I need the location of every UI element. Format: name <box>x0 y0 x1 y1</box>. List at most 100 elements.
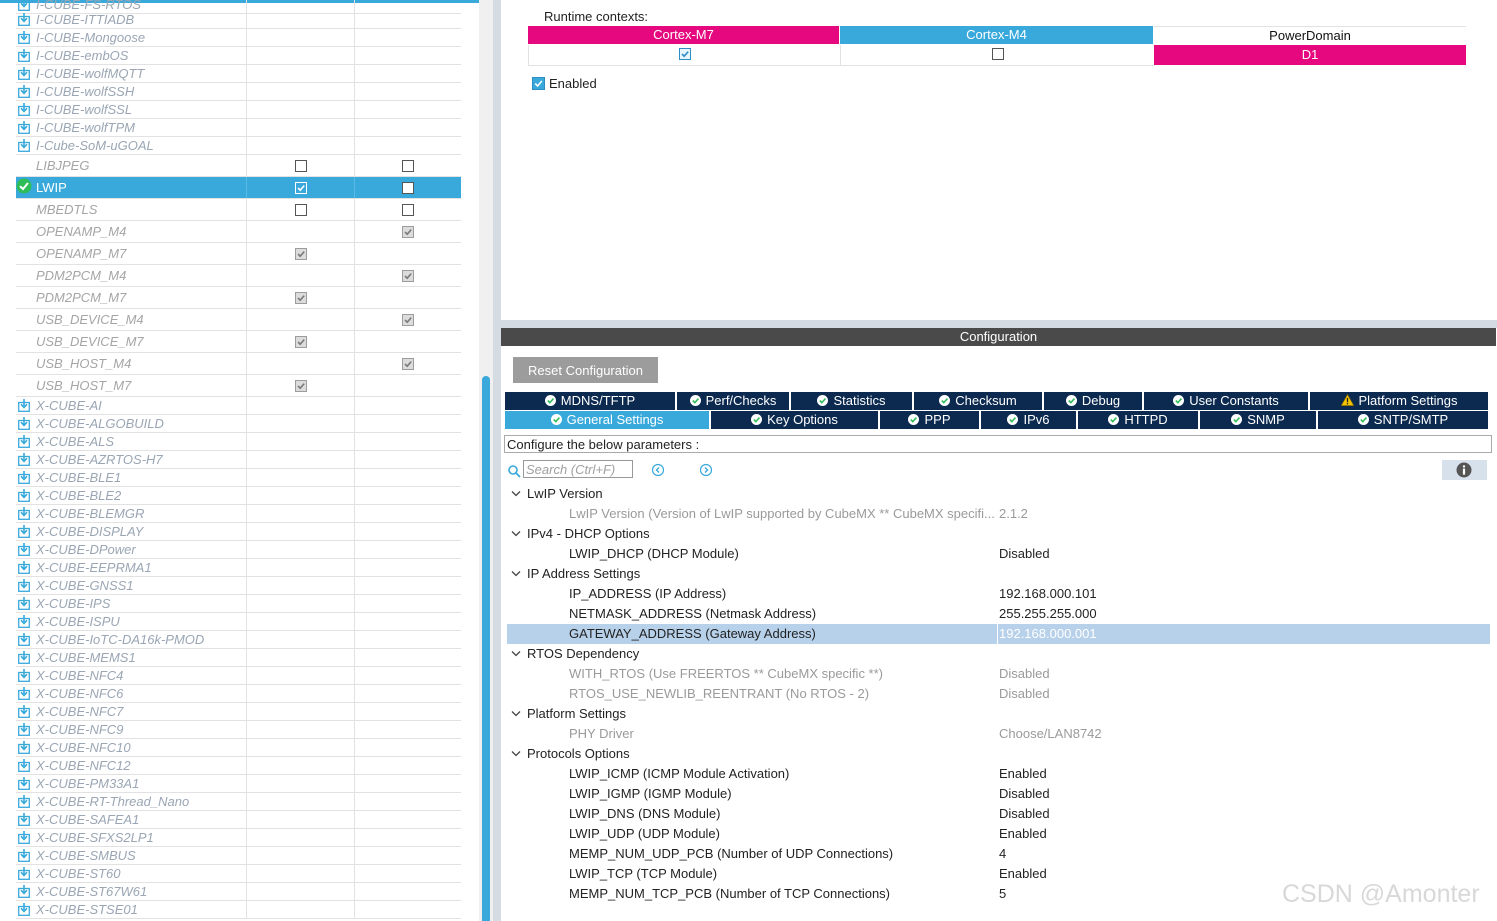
pack-row[interactable]: I-Cube-SoM-uGOAL <box>16 137 461 155</box>
middleware-row[interactable]: USB_HOST_M4 <box>16 353 461 375</box>
middleware-row[interactable]: PDM2PCM_M4 <box>16 265 461 287</box>
cortex-m4-checkbox[interactable] <box>402 269 414 282</box>
chevron-down-icon[interactable] <box>511 750 521 758</box>
middleware-row[interactable]: OPENAMP_M7 <box>16 243 461 265</box>
pack-row[interactable]: X-CUBE-DPower <box>16 541 461 559</box>
pack-row[interactable]: X-CUBE-NFC12 <box>16 757 461 775</box>
pack-row[interactable]: X-CUBE-ST60 <box>16 865 461 883</box>
middleware-row[interactable]: PDM2PCM_M7 <box>16 287 461 309</box>
tab-mdns-tftp[interactable]: MDNS/TFTP <box>505 392 677 410</box>
parameter-row[interactable]: LWIP_DNS (DNS Module) Disabled <box>507 804 1488 824</box>
parameter-group[interactable]: Protocols Options <box>507 744 1488 764</box>
tab-general-settings[interactable]: General Settings <box>505 411 711 429</box>
cortex-m7-checkbox[interactable] <box>294 379 307 392</box>
tab-checksum[interactable]: Checksum <box>914 392 1044 410</box>
pack-row[interactable]: I-CUBE-embOS <box>16 47 461 65</box>
pack-row[interactable]: I-CUBE-wolfSSH <box>16 83 461 101</box>
parameter-row[interactable]: LWIP_IGMP (IGMP Module) Disabled <box>507 784 1488 804</box>
cortex-m7-checkbox[interactable] <box>294 291 307 304</box>
tab-perf-checks[interactable]: Perf/Checks <box>677 392 791 410</box>
parameter-value[interactable]: 192.168.000.001 <box>997 624 1490 644</box>
chevron-down-icon[interactable] <box>511 710 521 718</box>
pack-row[interactable]: X-CUBE-PM33A1 <box>16 775 461 793</box>
pack-row[interactable]: X-CUBE-MEMS1 <box>16 649 461 667</box>
pack-row[interactable]: X-CUBE-EEPRMA1 <box>16 559 461 577</box>
cortex-m4-checkbox[interactable] <box>402 181 414 194</box>
info-button[interactable] <box>1442 460 1487 480</box>
cortex-m4-checkbox[interactable] <box>402 313 414 326</box>
cortex-m4-checkbox[interactable] <box>402 203 414 216</box>
cortex-m4-checkbox[interactable] <box>402 357 414 370</box>
parameter-group[interactable]: IP Address Settings <box>507 564 1488 584</box>
middleware-row[interactable]: MBEDTLS <box>16 199 461 221</box>
chevron-down-icon[interactable] <box>511 570 521 578</box>
pack-row[interactable]: X-CUBE-IPS <box>16 595 461 613</box>
pack-row[interactable]: X-CUBE-STSE01 <box>16 901 461 919</box>
parameter-row[interactable]: LwIP Version (Version of LwIP supported … <box>507 504 1488 524</box>
parameter-row[interactable]: IP_ADDRESS (IP Address) 192.168.000.101 <box>507 584 1488 604</box>
parameter-row[interactable]: NETMASK_ADDRESS (Netmask Address) 255.255… <box>507 604 1488 624</box>
search-input[interactable] <box>523 460 633 478</box>
search-previous-icon[interactable] <box>651 463 665 477</box>
pack-row[interactable]: X-CUBE-ALGOBUILD <box>16 415 461 433</box>
cortex-m7-checkbox[interactable] <box>294 247 307 260</box>
horizontal-splitter[interactable] <box>501 320 1497 328</box>
tab-statistics[interactable]: Statistics <box>791 392 914 410</box>
middleware-row[interactable]: USB_DEVICE_M4 <box>16 309 461 331</box>
cortex-m7-checkbox[interactable] <box>678 48 691 60</box>
cortex-m7-checkbox[interactable] <box>294 335 307 348</box>
parameter-row[interactable]: GATEWAY_ADDRESS (Gateway Address) 192.168… <box>507 624 1490 644</box>
vertical-splitter[interactable] <box>493 0 501 921</box>
chevron-down-icon[interactable] <box>511 650 521 658</box>
parameter-row[interactable]: PHY Driver Choose/LAN8742 <box>507 724 1488 744</box>
chevron-down-icon[interactable] <box>511 490 521 498</box>
pack-row[interactable]: X-CUBE-NFC4 <box>16 667 461 685</box>
pack-row[interactable]: I-CUBE-wolfSSL <box>16 101 461 119</box>
middleware-row[interactable]: LWIP <box>16 177 461 199</box>
parameter-group[interactable]: RTOS Dependency <box>507 644 1488 664</box>
parameter-group[interactable]: LwIP Version <box>507 484 1488 504</box>
pack-row[interactable]: X-CUBE-DISPLAY <box>16 523 461 541</box>
pack-row[interactable]: X-CUBE-NFC7 <box>16 703 461 721</box>
pack-row[interactable]: I-CUBE-Mongoose <box>16 29 461 47</box>
cortex-m4-checkbox[interactable] <box>402 159 414 172</box>
pack-row[interactable]: X-CUBE-NFC10 <box>16 739 461 757</box>
cortex-m7-checkbox[interactable] <box>294 203 307 216</box>
pack-row[interactable]: X-CUBE-SMBUS <box>16 847 461 865</box>
parameter-row[interactable]: LWIP_UDP (UDP Module) Enabled <box>507 824 1488 844</box>
reset-configuration-button[interactable]: Reset Configuration <box>513 357 658 383</box>
pack-row[interactable]: I-CUBE-wolfTPM <box>16 119 461 137</box>
tab-debug[interactable]: Debug <box>1044 392 1144 410</box>
pack-row[interactable]: X-CUBE-AI <box>16 397 461 415</box>
cortex-m4-checkbox[interactable] <box>991 48 1004 60</box>
parameter-row[interactable]: RTOS_USE_NEWLIB_REENTRANT (No RTOS - 2) D… <box>507 684 1488 704</box>
pack-row[interactable]: X-CUBE-BLE1 <box>16 469 461 487</box>
pack-row[interactable]: I-CUBE-wolfMQTT <box>16 65 461 83</box>
parameter-group[interactable]: IPv4 - DHCP Options <box>507 524 1488 544</box>
search-next-icon[interactable] <box>699 463 713 477</box>
pack-row[interactable]: X-CUBE-AZRTOS-H7 <box>16 451 461 469</box>
tab-sntp-smtp[interactable]: SNTP/SMTP <box>1318 411 1490 429</box>
pack-row[interactable]: X-CUBE-NFC9 <box>16 721 461 739</box>
pack-row[interactable]: X-CUBE-NFC6 <box>16 685 461 703</box>
middleware-row[interactable]: OPENAMP_M4 <box>16 221 461 243</box>
parameter-row[interactable]: LWIP_DHCP (DHCP Module) Disabled <box>507 544 1488 564</box>
parameter-row[interactable]: MEMP_NUM_UDP_PCB (Number of UDP Connecti… <box>507 844 1488 864</box>
tab-snmp[interactable]: SNMP <box>1200 411 1318 429</box>
middleware-row[interactable]: USB_HOST_M7 <box>16 375 461 397</box>
enabled-checkbox[interactable] <box>532 77 545 90</box>
pack-row[interactable]: X-CUBE-BLE2 <box>16 487 461 505</box>
cortex-m7-checkbox[interactable] <box>294 159 307 172</box>
power-domain-select[interactable]: D1 <box>1154 45 1466 65</box>
tab-user-constants[interactable]: User Constants <box>1144 392 1310 410</box>
pack-row[interactable]: X-CUBE-ISPU <box>16 613 461 631</box>
scrollbar-thumb[interactable] <box>482 376 490 921</box>
pack-row[interactable]: X-CUBE-BLEMGR <box>16 505 461 523</box>
parameter-row[interactable]: WITH_RTOS (Use FREERTOS ** CubeMX specif… <box>507 664 1488 684</box>
tab-ipv6[interactable]: IPv6 <box>981 411 1078 429</box>
chevron-down-icon[interactable] <box>511 530 521 538</box>
parameter-group[interactable]: Platform Settings <box>507 704 1488 724</box>
middleware-row[interactable]: LIBJPEG <box>16 155 461 177</box>
pack-row[interactable]: I-CUBE-ITTIADB <box>16 11 461 29</box>
pack-row[interactable]: X-CUBE-ALS <box>16 433 461 451</box>
